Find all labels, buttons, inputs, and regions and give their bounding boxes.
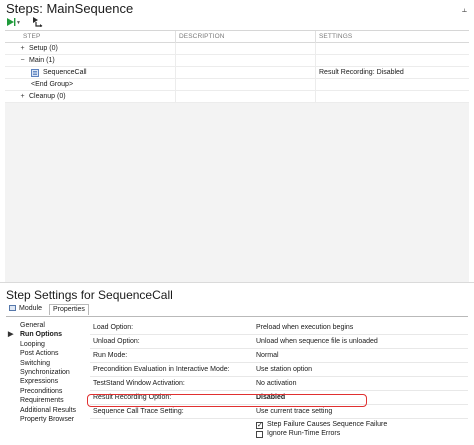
category-general[interactable]: General: [6, 321, 86, 330]
prop-value-dropdown[interactable]: No activation: [256, 380, 296, 387]
expand-toggle[interactable]: +: [19, 93, 26, 100]
step-row-cleanup[interactable]: + Cleanup (0): [5, 91, 469, 103]
collapse-toggle[interactable]: −: [19, 57, 26, 64]
ignore-runtime-errors-checkbox[interactable]: [256, 431, 263, 438]
category-label: Preconditions: [20, 387, 63, 395]
step-settings-title: Step Settings for SequenceCall: [6, 288, 173, 302]
step-label: Setup (0): [29, 45, 58, 52]
category-label: Run Options: [20, 331, 62, 339]
category-expressions[interactable]: Expressions: [6, 377, 86, 386]
column-header-description[interactable]: DESCRIPTION: [179, 33, 225, 40]
tab-module-label: Module: [19, 305, 42, 312]
category-looping[interactable]: Looping: [6, 340, 86, 349]
steps-rows: + Setup (0) − Main (1) SequenceCall Resu…: [5, 43, 469, 103]
category-label: Additional Results: [20, 406, 77, 414]
run-options-grid: Load Option: Preload when execution begi…: [90, 321, 468, 439]
prop-value-dropdown[interactable]: Use current trace setting: [256, 408, 332, 415]
category-label: General: [20, 322, 45, 329]
step-settings-pane: Step Settings for SequenceCall Module Pr…: [0, 283, 474, 445]
pin-icon[interactable]: ⫠: [462, 4, 467, 15]
prop-name: Sequence Call Trace Setting:: [93, 408, 184, 415]
step-label: Cleanup (0): [29, 93, 66, 100]
steps-grid-header: STEP DESCRIPTION SETTINGS: [5, 31, 469, 43]
steps-pane-title: Steps: MainSequence: [6, 1, 134, 16]
highlight-outline: [87, 394, 367, 407]
prop-row-window-activation[interactable]: TestStand Window Activation: No activati…: [90, 377, 468, 391]
step-row-main[interactable]: − Main (1): [5, 55, 469, 67]
run-dropdown-icon[interactable]: ▼: [16, 20, 21, 26]
sequence-call-icon: [31, 69, 39, 77]
step-row-end-group[interactable]: <End Group>: [5, 79, 469, 91]
step-label: SequenceCall: [43, 69, 87, 76]
category-requirements[interactable]: Requirements: [6, 396, 86, 405]
category-property-browser[interactable]: Property Browser: [6, 415, 86, 424]
cell-separator: [175, 91, 176, 103]
tab-properties[interactable]: Properties: [49, 304, 89, 315]
column-separator[interactable]: [175, 31, 176, 43]
category-run-options[interactable]: ▶ Run Options: [6, 330, 86, 339]
category-label: Post Actions: [20, 350, 59, 358]
cell-separator: [175, 79, 176, 91]
cell-separator: [315, 55, 316, 67]
cell-separator: [315, 79, 316, 91]
prop-row-run-mode[interactable]: Run Mode: Normal: [90, 349, 468, 363]
category-preconditions[interactable]: Preconditions: [6, 387, 86, 396]
prop-name: Unload Option:: [93, 338, 140, 345]
settings-tabs: Module Properties: [6, 304, 126, 316]
step-label: <End Group>: [31, 81, 74, 88]
tab-module[interactable]: Module: [6, 304, 45, 315]
prop-value-dropdown[interactable]: Preload when execution begins: [256, 324, 353, 331]
step-label: Main (1): [29, 57, 55, 64]
steps-pane: Steps: MainSequence ⫠ ▼ STEP DESCRIPTION…: [0, 0, 474, 282]
steps-toolbar: ▼: [6, 16, 126, 30]
prop-name: Load Option:: [93, 324, 134, 331]
category-label: Switching: [20, 359, 50, 367]
cell-separator: [315, 67, 316, 79]
category-additional-results[interactable]: Additional Results: [6, 406, 86, 415]
category-label: Synchronization: [20, 368, 70, 376]
category-switching[interactable]: Switching: [6, 359, 86, 368]
prop-value-dropdown[interactable]: Normal: [256, 352, 279, 359]
selected-arrow-icon: ▶: [8, 331, 14, 339]
step-into-icon[interactable]: [32, 16, 43, 27]
category-label: Requirements: [20, 397, 64, 405]
checkbox-row-ignore-errors[interactable]: Ignore Run-Time Errors: [90, 430, 468, 439]
expand-toggle[interactable]: +: [19, 45, 26, 52]
cell-separator: [175, 67, 176, 79]
step-row-setup[interactable]: + Setup (0): [5, 43, 469, 55]
category-label: Expressions: [20, 378, 59, 386]
prop-row-unload-option[interactable]: Unload Option: Unload when sequence file…: [90, 335, 468, 349]
checkbox-row-step-failure[interactable]: Step Failure Causes Sequence Failure: [90, 421, 468, 430]
tab-properties-label: Properties: [53, 306, 85, 313]
checkbox-label: Ignore Run-Time Errors: [267, 430, 341, 437]
category-synchronization[interactable]: Synchronization: [6, 368, 86, 377]
properties-body: General ▶ Run Options Looping Post Action…: [6, 316, 468, 445]
cell-separator: [315, 91, 316, 103]
step-row-sequencecall[interactable]: SequenceCall Result Recording: Disabled: [5, 67, 469, 79]
step-settings-value: Result Recording: Disabled: [319, 69, 404, 76]
prop-name: Precondition Evaluation in Interactive M…: [93, 366, 230, 373]
prop-name: Run Mode:: [93, 352, 128, 359]
prop-value-dropdown[interactable]: Unload when sequence file is unloaded: [256, 338, 378, 345]
step-failure-checkbox[interactable]: [256, 421, 263, 429]
checkbox-label: Step Failure Causes Sequence Failure: [267, 421, 388, 428]
column-header-step[interactable]: STEP: [23, 33, 40, 40]
cell-separator: [175, 43, 176, 55]
column-header-settings[interactable]: SETTINGS: [319, 33, 352, 40]
cell-separator: [315, 43, 316, 55]
prop-row-load-option[interactable]: Load Option: Preload when execution begi…: [90, 321, 468, 335]
category-label: Looping: [20, 340, 45, 348]
run-sequence-icon[interactable]: [6, 17, 16, 27]
prop-value-dropdown[interactable]: Use station option: [256, 366, 312, 373]
prop-row-precondition-evaluation[interactable]: Precondition Evaluation in Interactive M…: [90, 363, 468, 377]
prop-name: TestStand Window Activation:: [93, 380, 185, 387]
module-icon: [9, 305, 16, 311]
prop-row-trace-setting[interactable]: Sequence Call Trace Setting: Use current…: [90, 405, 468, 419]
steps-grid: STEP DESCRIPTION SETTINGS + Setup (0) − …: [5, 30, 469, 282]
cell-separator: [175, 55, 176, 67]
column-separator[interactable]: [315, 31, 316, 43]
category-label: Property Browser: [20, 415, 75, 423]
category-post-actions[interactable]: Post Actions: [6, 349, 86, 358]
property-categories: General ▶ Run Options Looping Post Action…: [6, 321, 86, 424]
